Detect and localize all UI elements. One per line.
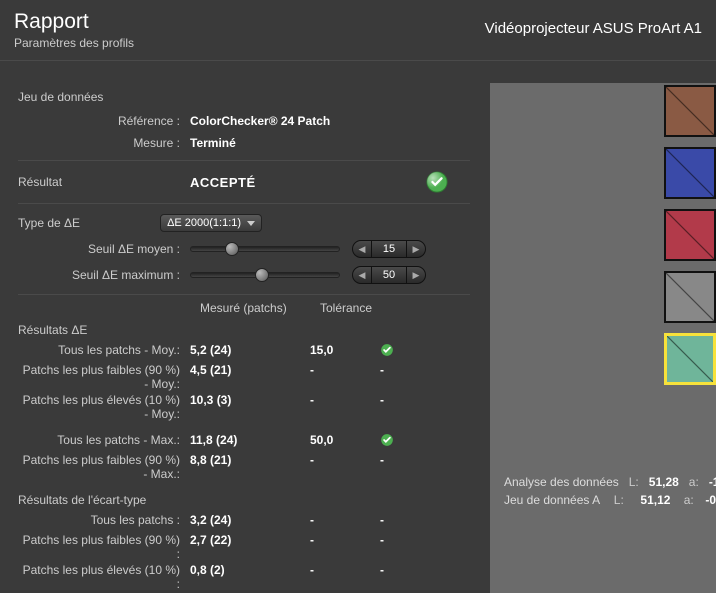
app-header: Rapport Paramètres des profils Vidéoproj… — [0, 0, 716, 56]
analysis-row2-label: Jeu de données A — [504, 493, 604, 507]
row-status — [380, 343, 410, 360]
measure-label: Mesure : — [18, 136, 190, 150]
color-swatch[interactable] — [664, 271, 716, 323]
avg-threshold-slider[interactable] — [190, 246, 340, 252]
divider — [0, 60, 716, 61]
table-row: Patchs les plus faibles (90 %) - Moy.:4,… — [18, 363, 470, 391]
swatch-column — [664, 85, 716, 395]
row-status: - — [380, 513, 410, 527]
row-measured: 0,8 (2) — [190, 563, 310, 577]
row-measured: 3,2 (24) — [190, 513, 310, 527]
row-tolerance: 15,0 — [310, 343, 380, 357]
result-value: ACCEPTÉ — [190, 175, 256, 190]
row-tolerance: - — [310, 513, 380, 527]
row-tolerance: - — [310, 363, 380, 377]
avg-threshold-label: Seuil ΔE moyen : — [18, 242, 190, 256]
row-measured: 5,2 (24) — [190, 343, 310, 357]
L-label: L: — [614, 493, 631, 507]
reference-label: Référence : — [18, 114, 190, 128]
row-label: Tous les patchs - Moy.: — [18, 343, 190, 357]
max-threshold-label: Seuil ΔE maximum : — [18, 268, 190, 282]
color-swatch[interactable] — [664, 209, 716, 261]
analysis-row1-label: Analyse des données — [504, 475, 619, 489]
reference-value: ColorChecker® 24 Patch — [190, 114, 330, 128]
table-row: Patchs les plus élevés (10 %) :0,8 (2)-- — [18, 563, 470, 591]
table-row: Patchs les plus faibles (90 %) :2,7 (22)… — [18, 533, 470, 561]
row-label: Patchs les plus élevés (10 %) - Moy.: — [18, 393, 190, 421]
result-label: Résultat — [18, 175, 190, 189]
row-status: - — [380, 563, 410, 577]
row-label: Patchs les plus faibles (90 %) : — [18, 533, 190, 561]
accepted-check-icon — [426, 171, 448, 193]
row-label: Patchs les plus faibles (90 %) - Moy.: — [18, 363, 190, 391]
stepper-decrement[interactable]: ◀ — [353, 267, 371, 283]
row-label: Tous les patchs - Max.: — [18, 433, 190, 447]
row-status: - — [380, 453, 410, 467]
left-panel: Jeu de données Référence : ColorChecker®… — [0, 65, 480, 593]
stepper-increment[interactable]: ▶ — [407, 267, 425, 283]
row-measured: 4,5 (21) — [190, 363, 310, 377]
deltae-type-value: ΔE 2000(1:1:1) — [167, 217, 241, 229]
measure-value: Terminé — [190, 136, 236, 150]
color-swatch[interactable] — [664, 333, 716, 385]
tolerance-header: Tolérance — [320, 301, 390, 315]
row-tolerance: - — [310, 453, 380, 467]
color-swatch[interactable] — [664, 147, 716, 199]
deltae-type-label: Type de ΔE — [18, 216, 160, 230]
row-status — [380, 433, 410, 450]
std-section-title: Résultats de l'écart-type — [18, 483, 470, 513]
row-tolerance: 50,0 — [310, 433, 380, 447]
row-label: Tous les patchs : — [18, 513, 190, 527]
row-measured: 8,8 (21) — [190, 453, 310, 467]
row-status: - — [380, 393, 410, 407]
dataset-section-title: Jeu de données — [18, 82, 470, 110]
analysis-readout: Analyse des données L: 51,28 a: -1 Jeu d… — [504, 475, 716, 511]
analysis-row2-L: 51,12 — [640, 493, 673, 507]
device-name: Vidéoprojecteur ASUS ProArt A1 — [485, 20, 702, 37]
row-tolerance: - — [310, 393, 380, 407]
analysis-row1-L: 51,28 — [649, 475, 679, 489]
color-swatch[interactable] — [664, 85, 716, 137]
row-status: - — [380, 533, 410, 547]
truncated-profile-name — [18, 65, 470, 82]
chevron-down-icon — [247, 221, 255, 226]
page-title: Rapport — [14, 10, 134, 34]
avg-threshold-stepper[interactable]: ◀ 15 ▶ — [352, 240, 426, 258]
slider-thumb[interactable] — [255, 268, 269, 282]
avg-threshold-value: 15 — [371, 241, 407, 257]
analysis-row1-a: -1 — [709, 475, 716, 489]
row-tolerance: - — [310, 533, 380, 547]
row-label: Patchs les plus élevés (10 %) : — [18, 563, 190, 591]
table-row: Tous les patchs - Moy.:5,2 (24)15,0 — [18, 343, 470, 361]
stepper-decrement[interactable]: ◀ — [353, 241, 371, 257]
table-row: Patchs les plus élevés (10 %) - Moy.:10,… — [18, 393, 470, 421]
a-label: a: — [684, 493, 696, 507]
stepper-increment[interactable]: ▶ — [407, 241, 425, 257]
analysis-row2-a: -0 — [705, 493, 716, 507]
check-icon — [380, 343, 394, 357]
max-threshold-value: 50 — [371, 267, 407, 283]
table-row: Tous les patchs - Max.:11,8 (24)50,0 — [18, 433, 470, 451]
L-label: L: — [629, 475, 639, 489]
deltae-type-dropdown[interactable]: ΔE 2000(1:1:1) — [160, 214, 262, 232]
check-icon — [380, 433, 394, 447]
max-threshold-stepper[interactable]: ◀ 50 ▶ — [352, 266, 426, 284]
row-label: Patchs les plus faibles (90 %) - Max.: — [18, 453, 190, 481]
row-status: - — [380, 363, 410, 377]
measured-header: Mesuré (patchs) — [200, 301, 320, 315]
table-row: Patchs les plus faibles (90 %) - Max.:8,… — [18, 453, 470, 481]
max-threshold-slider[interactable] — [190, 272, 340, 278]
slider-thumb[interactable] — [225, 242, 239, 256]
row-tolerance: - — [310, 563, 380, 577]
table-row: Tous les patchs :3,2 (24)-- — [18, 513, 470, 531]
row-measured: 11,8 (24) — [190, 433, 310, 447]
row-measured: 10,3 (3) — [190, 393, 310, 407]
results-section-title: Résultats ΔE — [18, 321, 470, 343]
a-label: a: — [689, 475, 699, 489]
page-subtitle: Paramètres des profils — [14, 36, 134, 50]
row-measured: 2,7 (22) — [190, 533, 310, 547]
